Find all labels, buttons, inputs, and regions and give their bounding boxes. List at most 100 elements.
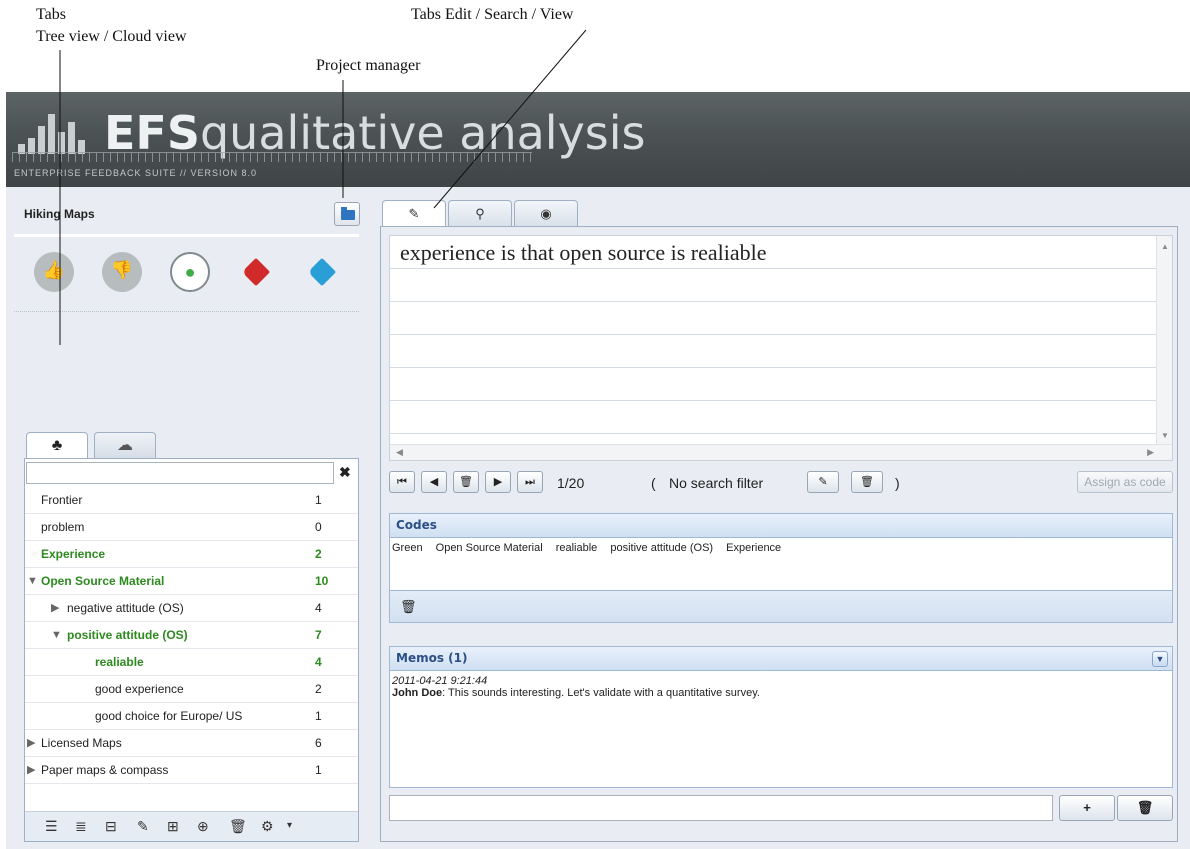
edit-pencil-icon[interactable]: ✎: [137, 818, 149, 835]
code-chip[interactable]: Open Source Material: [436, 542, 543, 554]
previous-record-button[interactable]: ◀: [421, 471, 447, 493]
code-chip[interactable]: Green: [392, 542, 423, 554]
code-chip[interactable]: Experience: [726, 542, 781, 554]
code-tree-panel: ✖ Frontier 1 problem 0 Experience 2 ▼ Op…: [24, 458, 359, 842]
tree-row[interactable]: Frontier 1: [25, 487, 358, 514]
tree-row[interactable]: ▶ Paper maps & compass 1: [25, 757, 358, 784]
tree-row[interactable]: problem 0: [25, 514, 358, 541]
tree-row-count: 2: [315, 682, 322, 696]
code-tree: Frontier 1 problem 0 Experience 2 ▼ Open…: [25, 487, 358, 784]
record-counter: 1/20: [557, 475, 585, 491]
tree-row-count: 10: [315, 574, 329, 588]
memo-input[interactable]: [389, 795, 1053, 821]
assigned-codes-list: Green Open Source Material realiable pos…: [390, 538, 1172, 558]
folder-icon: [341, 207, 355, 220]
align-left-icon[interactable]: ☰: [45, 818, 58, 835]
delete-code-icon[interactable]: 🗑: [400, 599, 417, 615]
tab-cloud-view[interactable]: ☁: [94, 432, 156, 458]
add-memo-button[interactable]: +: [1059, 795, 1115, 821]
horizontal-scrollbar[interactable]: ◀ ▶: [390, 444, 1172, 460]
add-child-icon[interactable]: ⊕: [197, 818, 209, 835]
add-node-icon[interactable]: ⊞: [167, 818, 179, 835]
clear-search-icon[interactable]: ✖: [339, 464, 351, 481]
code-chip[interactable]: positive attitude (OS): [610, 542, 713, 554]
memos-collapse-chevron-icon[interactable]: ▼: [1152, 651, 1168, 667]
scroll-up-icon[interactable]: ▲: [1161, 242, 1169, 251]
tree-row-label: Open Source Material: [41, 574, 165, 588]
tree-row-label: Licensed Maps: [41, 736, 122, 750]
tree-search-input[interactable]: [26, 462, 334, 484]
tree-row[interactable]: ▶ negative attitude (OS) 4: [25, 595, 358, 622]
tree-row-label: realiable: [95, 655, 144, 669]
annotation-tabs: Tabs: [36, 6, 66, 23]
tree-row-count: 6: [315, 736, 322, 750]
project-manager-button[interactable]: [334, 202, 360, 226]
expand-arrow-icon[interactable]: ▶: [51, 595, 59, 621]
tree-row[interactable]: ▼ Open Source Material 10: [25, 568, 358, 595]
scroll-right-icon[interactable]: ▶: [1147, 447, 1154, 458]
tree-row[interactable]: Experience 2: [25, 541, 358, 568]
tree-row[interactable]: good choice for Europe/ US 1: [25, 703, 358, 730]
codes-footer: 🗑: [390, 590, 1172, 622]
delete-icon[interactable]: 🗑: [229, 818, 247, 835]
tab-search[interactable]: ⚲: [448, 200, 512, 226]
response-text[interactable]: experience is that open source is realia…: [400, 240, 767, 266]
expand-arrow-icon[interactable]: ▶: [27, 730, 35, 756]
outdent-icon[interactable]: ⊟: [105, 818, 117, 835]
memo-body: : This sounds interesting. Let's validat…: [442, 687, 760, 699]
settings-gear-icon[interactable]: ⚙: [261, 818, 274, 835]
thumbs-up-icon[interactable]: 👍: [34, 252, 74, 292]
green-tag-icon[interactable]: ●: [170, 252, 210, 292]
memo-date: 2011-04-21 9:21:44: [392, 675, 488, 687]
blue-tag-icon[interactable]: [307, 257, 337, 287]
expand-arrow-icon[interactable]: ▶: [27, 757, 35, 783]
app-banner: EFSqualitative analysis ENTERPRISE FEEDB…: [6, 92, 1190, 187]
tree-row[interactable]: good experience 2: [25, 676, 358, 703]
edit-filter-button[interactable]: ✎: [807, 471, 839, 493]
right-panel: ✎ ⚲ ◉ experience is that open source is …: [380, 192, 1178, 842]
tree-row-label: negative attitude (OS): [67, 601, 184, 615]
code-chip[interactable]: realiable: [556, 542, 598, 554]
last-record-button[interactable]: ⏭: [517, 471, 543, 493]
first-record-button[interactable]: ⏮: [389, 471, 415, 493]
tree-row[interactable]: ▶ Licensed Maps 6: [25, 730, 358, 757]
delete-record-button[interactable]: 🗑: [453, 471, 479, 493]
collapse-arrow-icon[interactable]: ▼: [51, 622, 62, 648]
eye-icon: ◉: [540, 206, 552, 221]
filter-open-paren: (: [651, 475, 656, 491]
thumbs-down-icon[interactable]: 👎: [102, 252, 142, 292]
tree-row-count: 4: [315, 601, 322, 615]
annotation-tabs-edit: Tabs Edit / Search / View: [411, 6, 574, 23]
red-tag-icon[interactable]: [241, 257, 271, 287]
tree-row-count: 1: [315, 709, 322, 723]
indent-icon[interactable]: ≣: [75, 818, 87, 835]
memo-text: John Doe: This sounds interesting. Let's…: [392, 687, 1170, 699]
delete-memo-button[interactable]: 🗑: [1117, 795, 1173, 821]
app-subtitle: ENTERPRISE FEEDBACK SUITE // VERSION 8.0: [14, 168, 258, 178]
tab-edit[interactable]: ✎: [382, 200, 446, 227]
scroll-left-icon[interactable]: ◀: [396, 447, 403, 458]
pencil-icon: ✎: [408, 206, 420, 221]
text-view[interactable]: experience is that open source is realia…: [389, 235, 1173, 461]
tree-row[interactable]: ▼ positive attitude (OS) 7: [25, 622, 358, 649]
chevron-down-icon[interactable]: ▾: [287, 820, 292, 831]
project-name: Hiking Maps: [24, 207, 95, 221]
tree-row-count: 1: [315, 763, 322, 777]
clear-filter-button[interactable]: 🗑: [851, 471, 883, 493]
collapse-arrow-icon[interactable]: ▼: [27, 568, 38, 594]
memos-title-text: Memos (1): [396, 651, 468, 665]
codes-panel-title: Codes: [390, 514, 1172, 538]
search-icon: ⚲: [475, 206, 485, 221]
tab-view[interactable]: ◉: [514, 200, 578, 226]
next-record-button[interactable]: ▶: [485, 471, 511, 493]
vertical-scrollbar[interactable]: ▲ ▼: [1156, 236, 1172, 446]
memos-panel-title: Memos (1): [390, 647, 1172, 671]
tab-tree-view[interactable]: ♣: [26, 432, 88, 459]
assign-as-code-button[interactable]: Assign as code: [1077, 471, 1173, 493]
memo-author: John Doe: [392, 687, 443, 699]
memos-panel: Memos (1) ▼ 2011-04-21 9:21:44 John Doe:…: [389, 646, 1173, 788]
tree-row[interactable]: realiable 4: [25, 649, 358, 676]
scroll-down-icon[interactable]: ▼: [1161, 431, 1169, 440]
codes-panel: Codes Green Open Source Material realiab…: [389, 513, 1173, 623]
memo-entry: 2011-04-21 9:21:44 John Doe: This sounds…: [390, 671, 1172, 703]
